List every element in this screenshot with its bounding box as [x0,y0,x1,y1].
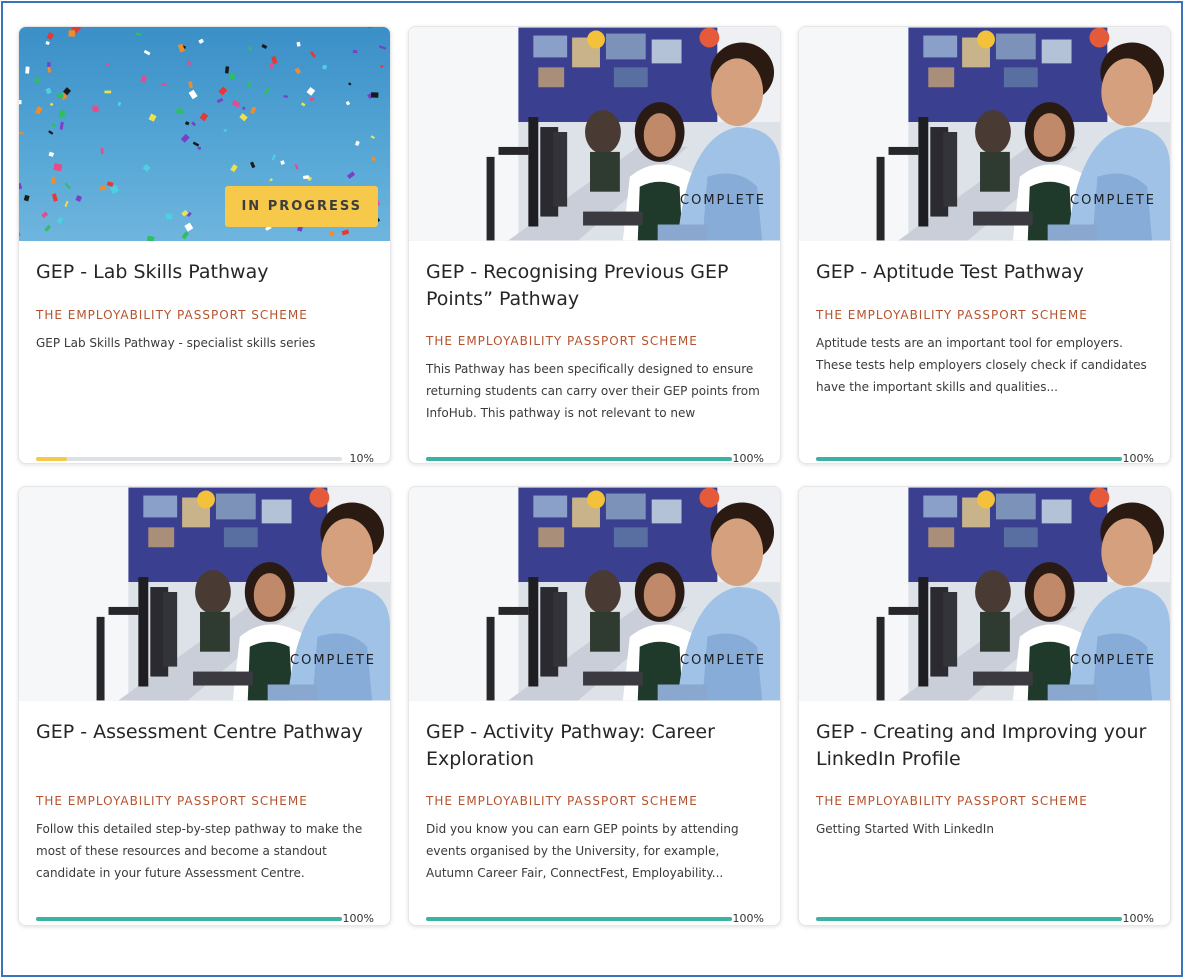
progress-track [816,457,1122,461]
status-badge-complete: COMPLETE [680,653,766,668]
card-provider: THE EMPLOYABILITY PASSPORT SCHEME [426,334,698,348]
progress-fill [36,457,67,461]
card-title[interactable]: GEP - Creating and Improving your Linked… [816,719,1154,773]
card-title[interactable]: GEP - Aptitude Test Pathway [816,259,1154,286]
pathway-card[interactable]: COMPLETE GEP - Creating and Improving yo… [798,486,1171,926]
card-description: This Pathway has been specifically desig… [426,362,760,420]
card-thumbnail[interactable]: COMPLETE [409,27,780,241]
pathway-grid: IN PROGRESS GEP - Lab Skills Pathway THE… [18,26,1171,926]
progress-percent: 100% [342,912,374,925]
pathway-card[interactable]: COMPLETE GEP - Assessment Centre Pathway… [18,486,391,926]
progress-fill [816,917,1122,921]
card-progress: 100% [36,912,374,925]
progress-track [426,917,732,921]
card-title[interactable]: GEP - Recognising Previous GEP Points” P… [426,259,764,313]
card-description: GEP Lab Skills Pathway - specialist skil… [36,336,316,350]
pathway-card[interactable]: COMPLETE GEP - Aptitude Test Pathway THE… [798,26,1171,464]
card-thumbnail[interactable]: COMPLETE [19,487,390,701]
progress-track [36,917,342,921]
pathway-card[interactable]: IN PROGRESS GEP - Lab Skills Pathway THE… [18,26,391,464]
card-progress: 100% [816,912,1154,925]
card-thumbnail[interactable]: COMPLETE [799,487,1170,701]
card-progress: 10% [36,452,374,464]
students-computer-image [19,487,390,701]
card-thumbnail[interactable]: COMPLETE [409,487,780,701]
progress-track [816,917,1122,921]
card-title[interactable]: GEP - Assessment Centre Pathway [36,719,374,746]
card-title[interactable]: GEP - Activity Pathway: Career Explorati… [426,719,764,773]
progress-percent: 100% [1122,452,1154,464]
card-provider: THE EMPLOYABILITY PASSPORT SCHEME [816,308,1088,322]
students-computer-image [409,487,780,701]
card-description: Did you know you can earn GEP points by … [426,822,739,880]
card-progress: 100% [816,452,1154,464]
students-computer-image [409,27,780,241]
students-computer-image [799,27,1170,241]
card-provider: THE EMPLOYABILITY PASSPORT SCHEME [36,794,308,808]
status-badge-complete: COMPLETE [680,193,766,208]
status-badge-in-progress: IN PROGRESS [225,186,378,227]
progress-percent: 10% [349,452,374,464]
progress-fill [816,457,1122,461]
progress-fill [426,917,732,921]
progress-percent: 100% [732,912,764,925]
card-provider: THE EMPLOYABILITY PASSPORT SCHEME [426,794,698,808]
card-thumbnail[interactable]: COMPLETE [799,27,1170,241]
card-thumbnail[interactable]: IN PROGRESS [19,27,390,241]
card-provider: THE EMPLOYABILITY PASSPORT SCHEME [36,308,308,322]
students-computer-image [799,487,1170,701]
progress-fill [36,917,342,921]
card-description: Getting Started With LinkedIn [816,822,994,836]
card-progress: 100% [426,912,764,925]
progress-track [426,457,732,461]
card-description: Follow this detailed step-by-step pathwa… [36,822,363,880]
progress-percent: 100% [732,452,764,464]
progress-fill [426,457,732,461]
pathway-card[interactable]: COMPLETE GEP - Activity Pathway: Career … [408,486,781,926]
status-badge-complete: COMPLETE [1070,653,1156,668]
pathway-card[interactable]: COMPLETE GEP - Recognising Previous GEP … [408,26,781,464]
progress-track [36,457,342,461]
status-badge-complete: COMPLETE [1070,193,1156,208]
card-provider: THE EMPLOYABILITY PASSPORT SCHEME [816,794,1088,808]
card-title[interactable]: GEP - Lab Skills Pathway [36,259,374,286]
progress-percent: 100% [1122,912,1154,925]
card-description: Aptitude tests are an important tool for… [816,336,1147,394]
card-progress: 100% [426,452,764,464]
status-badge-complete: COMPLETE [290,653,376,668]
